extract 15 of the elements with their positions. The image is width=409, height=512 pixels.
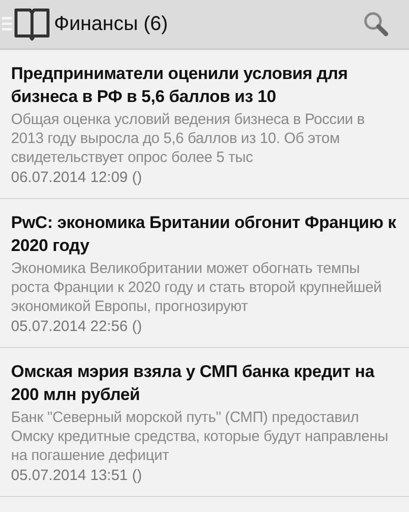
article-summary: Банк "Северный морской путь" (СМП) предоставил Омску кредитные средства, которые будут направлены на погашение дефицит <box>11 408 390 465</box>
article-date: 05.07.2014 13:51 () <box>11 466 143 486</box>
article-item[interactable]: Омская мэрия взяла у СМП банка кредит на 200 млн рублей Банк "Северный морской путь" (СМП) предоставил Омску кредитные средства, которые будут направлены на погашение дефицит 05.07.2014 13:51 () <box>0 348 409 497</box>
article-title: Омская мэрия взяла у СМП банка кредит на 200 млн рублей <box>11 361 376 406</box>
article-summary: Общая оценка условий ведения бизнеса в России в 2013 году выросла до 5,6 баллов из 10. Об этом свидетельствует опрос более 5 тыс <box>11 110 366 167</box>
article-date: 05.07.2014 22:56 () <box>11 317 143 337</box>
book-icon <box>14 7 50 41</box>
screen-title: Финансы (6) <box>54 12 168 37</box>
menu-icon <box>2 16 12 32</box>
article-summary: Экономика Великобритании может обогнать темпы роста Франции к 2020 году и стать второй крупнейшей экономикой Европы, прогнозируют <box>11 259 383 316</box>
article-date: 06.07.2014 12:09 () <box>11 168 143 188</box>
article-title: Предприниматели оценили условия для бизнеса в РФ в 5,6 баллов из 10 <box>11 63 349 108</box>
app-home-button[interactable] <box>2 7 50 41</box>
article-title: PwC: экономика Британии обгонит Францию к 2020 году <box>11 212 398 257</box>
search-icon <box>363 11 389 37</box>
